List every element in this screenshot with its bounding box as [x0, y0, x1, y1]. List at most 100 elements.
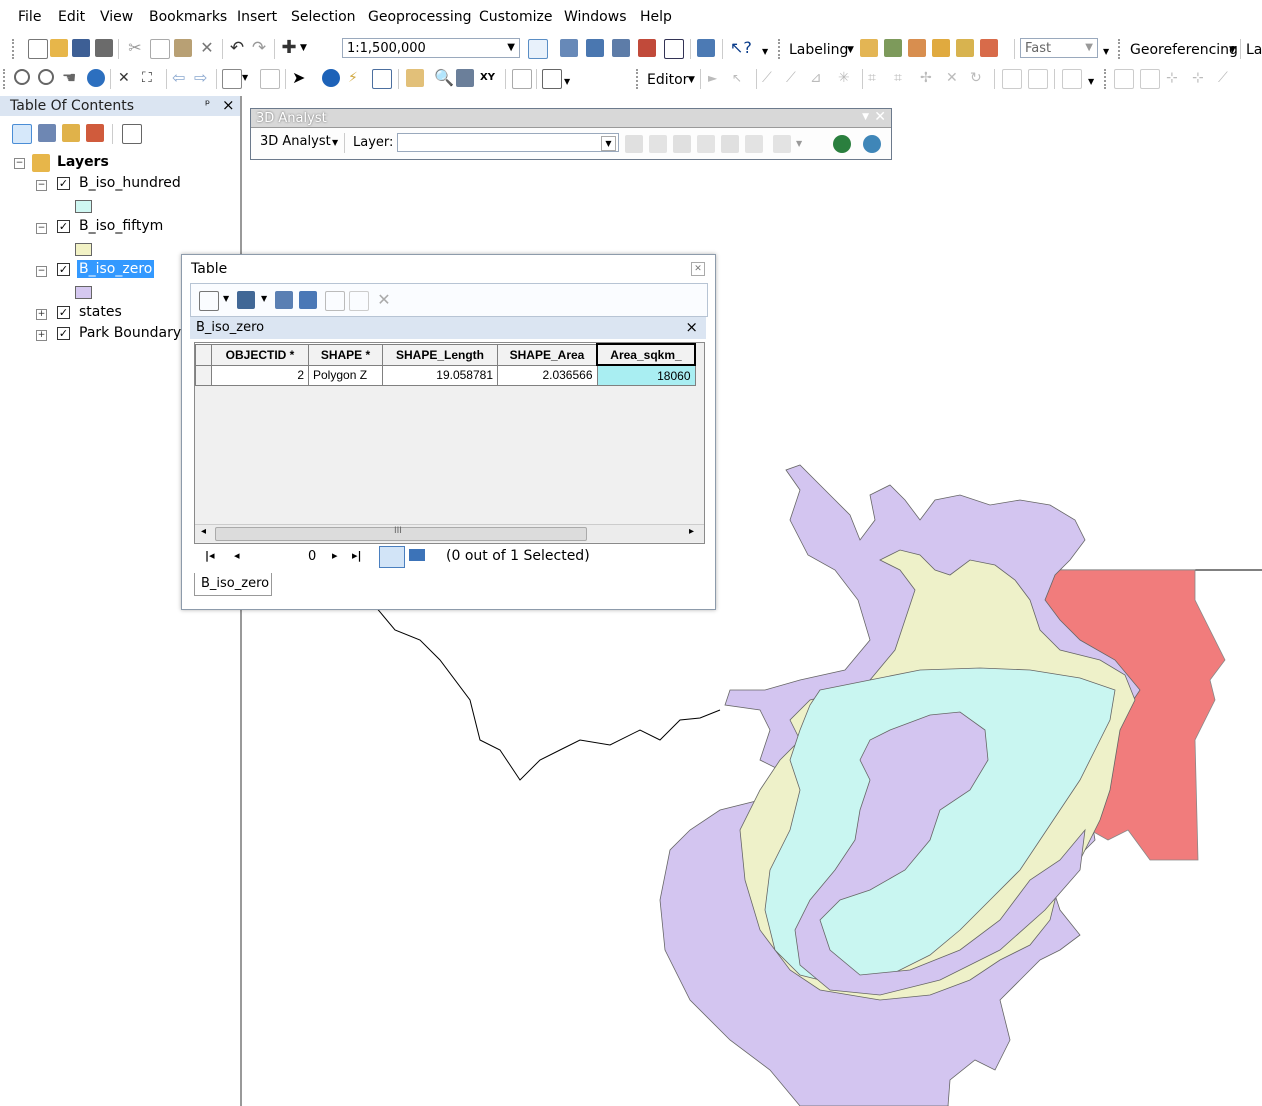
print-icon[interactable]: [95, 39, 113, 57]
table-cell-highlighted[interactable]: 18060: [596, 364, 696, 386]
list-by-visibility-icon[interactable]: [62, 124, 80, 142]
clear-selection-icon[interactable]: [325, 291, 345, 311]
endpoint-arc-icon[interactable]: ⟋: [786, 69, 804, 87]
clear-selection-icon[interactable]: [260, 69, 280, 89]
column-header[interactable]: SHAPE_Length: [382, 343, 498, 366]
menu-insert[interactable]: Insert: [237, 9, 277, 25]
add-data-dropdown-icon[interactable]: ▼: [300, 39, 310, 57]
menu-customize[interactable]: Customize: [479, 9, 553, 25]
menu-file[interactable]: File: [18, 9, 41, 25]
interpolate-line-icon[interactable]: [721, 135, 739, 153]
layer-states[interactable]: states: [79, 304, 122, 320]
show-all-records-icon[interactable]: [379, 546, 405, 568]
chevron-down-icon[interactable]: ▼: [862, 112, 869, 122]
add-data-icon[interactable]: ✚: [280, 39, 298, 57]
table-row[interactable]: 2 Polygon Z 19.058781 2.036566 18060: [195, 364, 696, 386]
layer-b-iso-fiftym[interactable]: B_iso_fiftym: [79, 218, 163, 234]
pin-icon[interactable]: ᵖ: [205, 97, 210, 111]
table-cell[interactable]: 19.058781: [382, 364, 498, 386]
reshape-icon[interactable]: ⌗: [894, 69, 912, 87]
collapse-icon[interactable]: −: [36, 266, 47, 277]
georef-rotate-icon[interactable]: [1114, 69, 1134, 89]
identify-icon[interactable]: [322, 69, 340, 87]
horizontal-scrollbar[interactable]: ◂ III ▸: [195, 524, 704, 542]
attributes-icon[interactable]: [1002, 69, 1022, 89]
chevron-down-icon[interactable]: ▼: [507, 42, 515, 53]
fixed-zoom-in-icon[interactable]: ✕: [118, 69, 136, 87]
toolbar-options-icon[interactable]: ▼: [762, 39, 770, 57]
open-folder-icon[interactable]: [50, 39, 68, 57]
sketch-properties-icon[interactable]: [1028, 69, 1048, 89]
find-icon[interactable]: 🔍: [434, 69, 454, 87]
edit-vertices-icon[interactable]: ⌗: [868, 69, 886, 87]
line-of-sight-icon[interactable]: [673, 135, 691, 153]
menu-help[interactable]: Help: [640, 9, 672, 25]
delete-selected-icon[interactable]: ✕: [375, 291, 393, 309]
zoom-in-icon[interactable]: [14, 69, 30, 85]
row-selector[interactable]: [195, 364, 212, 386]
select-elements-icon[interactable]: ➤: [292, 69, 310, 87]
create-viewer-window-icon[interactable]: [542, 69, 562, 89]
toolbar-options-icon[interactable]: ▼: [564, 69, 572, 87]
edit-tool-icon[interactable]: ►: [708, 69, 726, 87]
data-frame-layers[interactable]: Layers: [57, 154, 109, 170]
zoom-out-icon[interactable]: [38, 69, 54, 85]
rotate-icon[interactable]: ↻: [970, 69, 988, 87]
toolbar-grip[interactable]: [12, 39, 18, 59]
menu-view[interactable]: View: [100, 9, 133, 25]
split-icon[interactable]: ✕: [946, 69, 964, 87]
chevron-down-icon[interactable]: ▼: [601, 136, 616, 151]
column-header-selected[interactable]: Area_sqkm_: [596, 343, 696, 366]
toolbar-options-icon[interactable]: ▼: [1103, 39, 1111, 57]
georef-shift-icon[interactable]: [1140, 69, 1160, 89]
arctoolbox-icon[interactable]: [638, 39, 656, 57]
toolbar-options-icon[interactable]: ▼: [1088, 69, 1096, 87]
layer-visibility-checkbox[interactable]: ✓: [57, 327, 70, 340]
table-cell[interactable]: 2.036566: [497, 364, 598, 386]
table-tab[interactable]: B_iso_zero: [194, 573, 272, 596]
previous-record-icon[interactable]: ◂: [234, 549, 240, 562]
interpolate-polygon-icon[interactable]: [745, 135, 763, 153]
close-icon[interactable]: ×: [222, 96, 235, 114]
layer-visibility-checkbox[interactable]: ✓: [57, 263, 70, 276]
remove-labels-icon[interactable]: [980, 39, 998, 57]
expand-icon[interactable]: +: [36, 309, 47, 320]
last-record-icon[interactable]: ▸|: [352, 549, 362, 562]
chevron-down-icon[interactable]: ▼: [847, 45, 854, 55]
select-link-icon[interactable]: ⊹: [1192, 69, 1210, 87]
3d-analyst-menu[interactable]: 3D Analyst: [260, 134, 331, 149]
find-route-icon[interactable]: [456, 69, 474, 87]
add-control-points-icon[interactable]: ⊹: [1166, 69, 1184, 87]
redo-icon[interactable]: ↷: [250, 39, 268, 57]
cut-icon[interactable]: ✂: [126, 39, 144, 57]
edit-annotation-icon[interactable]: ↖: [732, 69, 750, 87]
whats-this-icon[interactable]: ↖?: [730, 39, 752, 57]
interpolate-point-icon[interactable]: [697, 135, 715, 153]
layer-visibility-checkbox[interactable]: ✓: [57, 177, 70, 190]
chevron-down-icon[interactable]: ▼: [688, 75, 695, 85]
table-of-contents-icon[interactable]: [560, 39, 578, 57]
arcglobe-icon[interactable]: [833, 135, 851, 153]
collapse-icon[interactable]: −: [14, 158, 25, 169]
menu-selection[interactable]: Selection: [291, 9, 356, 25]
straight-segment-icon[interactable]: ⟋: [762, 69, 780, 87]
create-features-icon[interactable]: [1062, 69, 1082, 89]
hyperlink-icon[interactable]: ⚡: [348, 69, 366, 87]
html-popup-icon[interactable]: [372, 69, 392, 89]
label-manager-icon[interactable]: [860, 39, 878, 57]
layer-symbol-swatch[interactable]: [75, 243, 92, 256]
trace-icon[interactable]: ⊿: [810, 69, 828, 87]
collapse-icon[interactable]: −: [36, 223, 47, 234]
layer-b-iso-zero-selected[interactable]: B_iso_zero: [77, 260, 155, 278]
map-scale-combobox[interactable]: 1:1,500,000 ▼: [342, 38, 520, 58]
profile-graph-icon[interactable]: [773, 135, 791, 153]
delete-link-icon[interactable]: ⟋: [1218, 69, 1236, 87]
view-unplaced-labels-icon[interactable]: [932, 39, 950, 57]
layer-visibility-checkbox[interactable]: ✓: [57, 220, 70, 233]
layer-symbol-swatch[interactable]: [75, 286, 92, 299]
go-to-xy-icon[interactable]: XY: [480, 69, 498, 87]
new-document-icon[interactable]: [28, 39, 48, 59]
layer-b-iso-hundred[interactable]: B_iso_hundred: [79, 175, 181, 191]
switch-selection-icon[interactable]: [299, 291, 317, 309]
scroll-left-icon[interactable]: ◂: [201, 526, 206, 537]
